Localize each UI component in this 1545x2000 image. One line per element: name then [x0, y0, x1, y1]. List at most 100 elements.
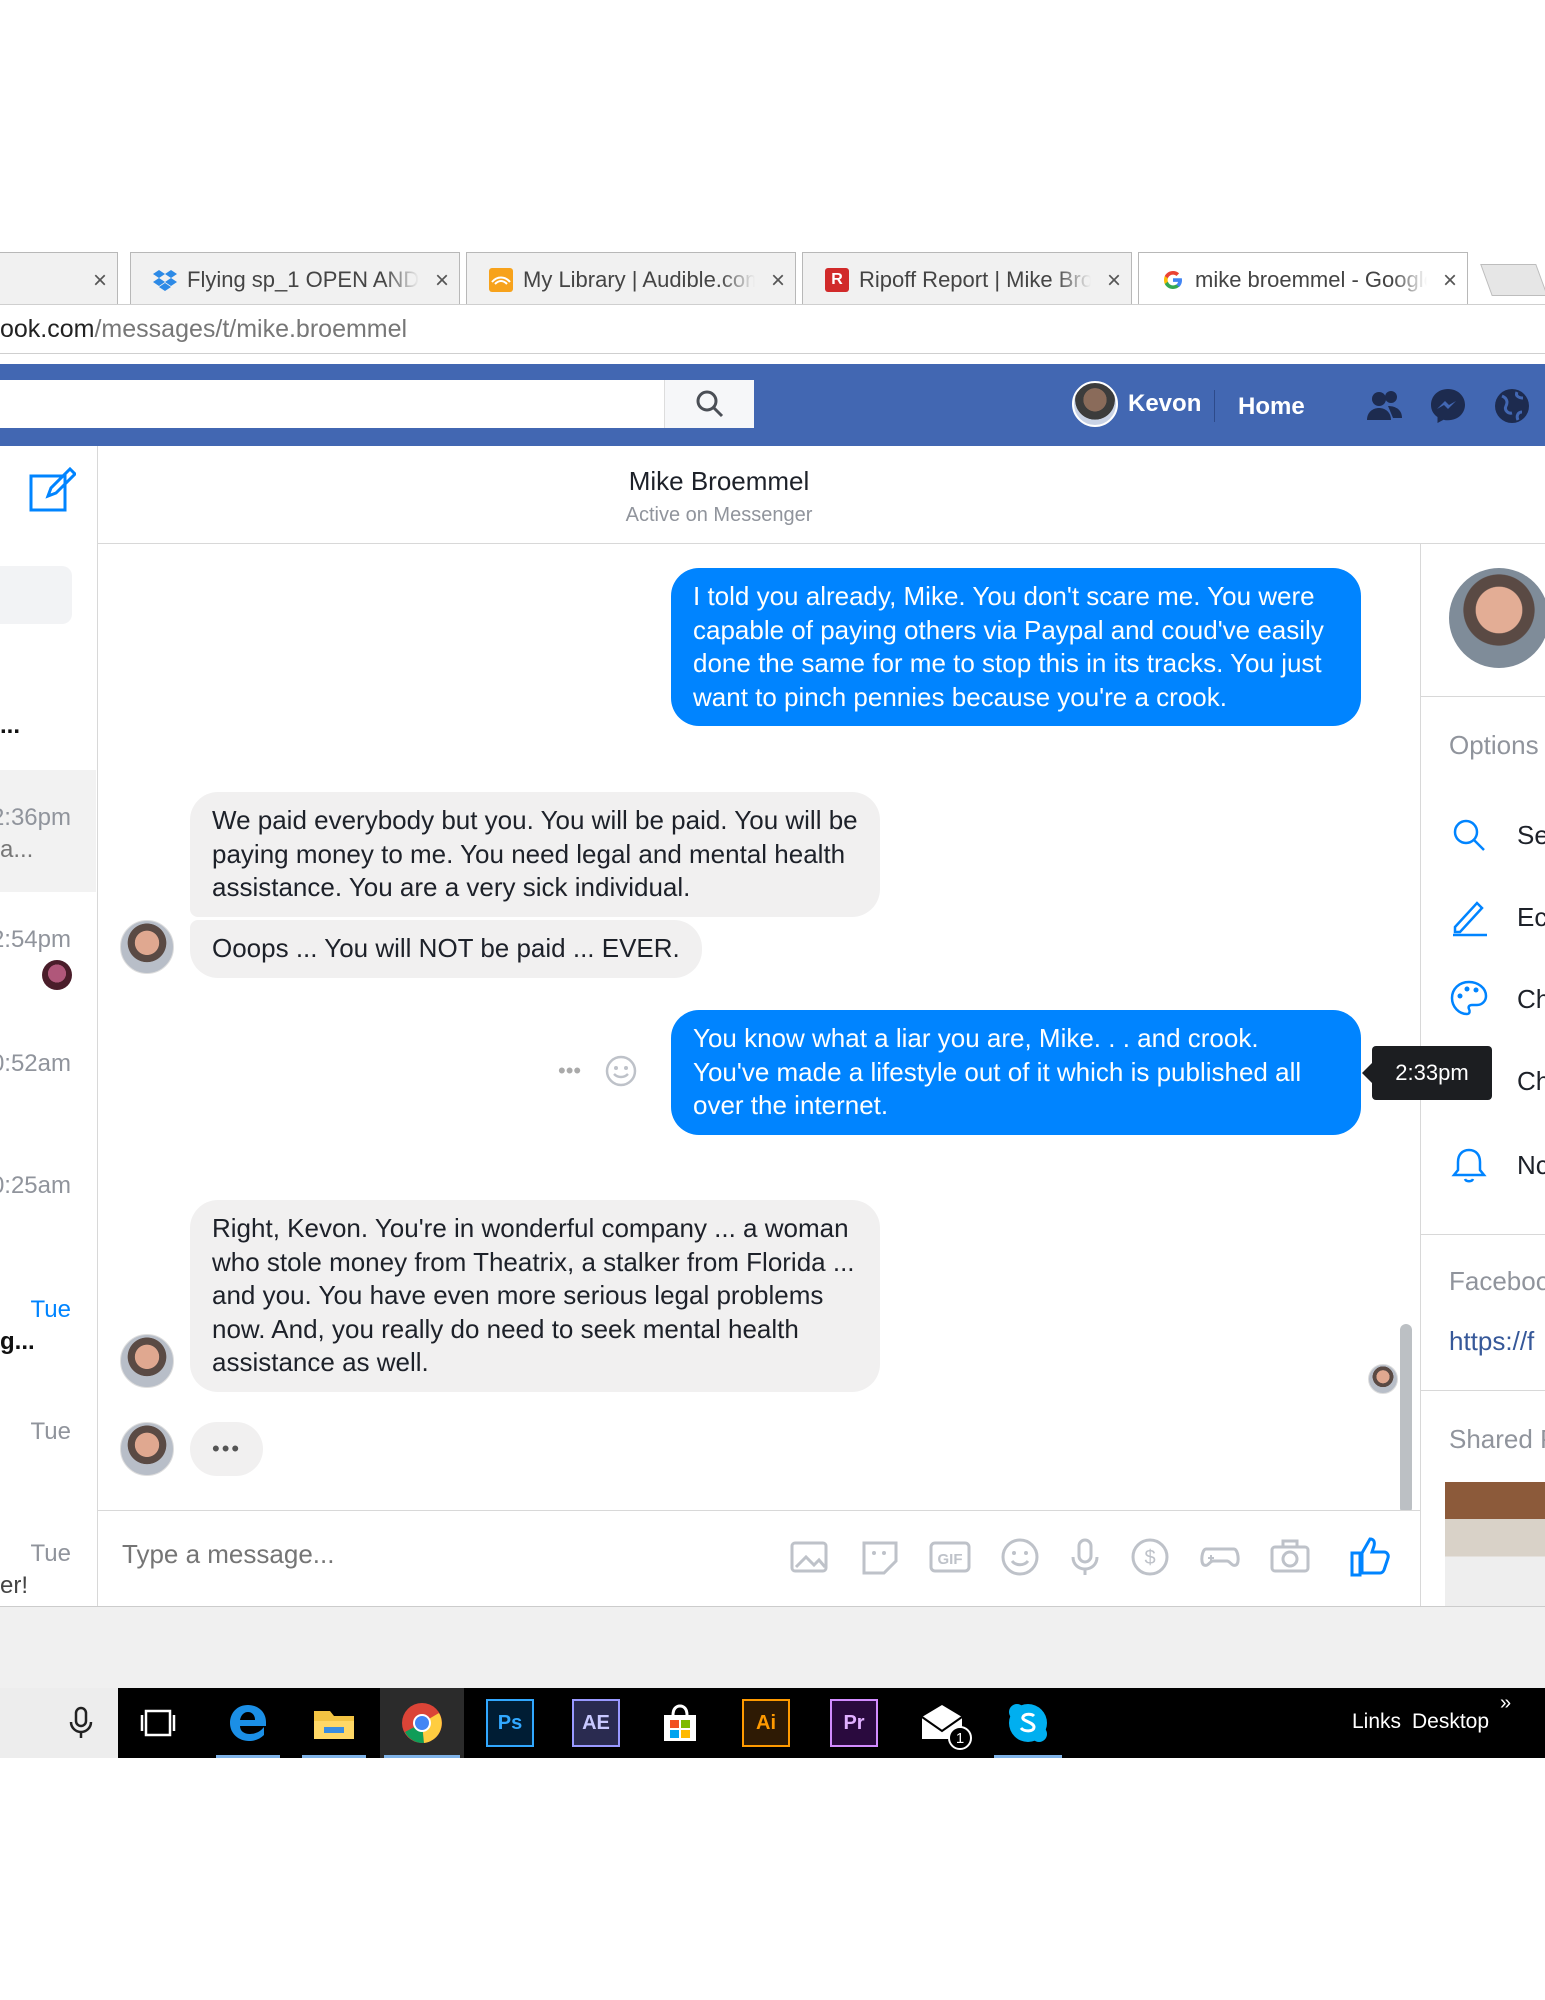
home-link[interactable]: Home	[1238, 393, 1305, 421]
premiere-icon[interactable]: Pr	[830, 1699, 878, 1747]
camera-icon[interactable]	[1268, 1535, 1312, 1579]
message-bubble-outgoing[interactable]: You know what a liar you are, Mike. . . …	[671, 1010, 1361, 1135]
friend-requests-icon[interactable]	[1364, 386, 1404, 426]
game-icon[interactable]	[1198, 1535, 1242, 1579]
message-bubble-incoming[interactable]: We paid everybody but you. You will be p…	[190, 792, 880, 917]
new-tab-button[interactable]	[1480, 264, 1545, 296]
list-item-snippet: g...	[0, 1328, 35, 1355]
shared-photo-thumbnail[interactable]	[1445, 1482, 1545, 1606]
sticker-icon[interactable]	[858, 1535, 902, 1579]
search-button[interactable]	[664, 380, 754, 428]
close-icon[interactable]: ×	[435, 267, 449, 295]
illustrator-icon[interactable]: Ai	[742, 1699, 790, 1747]
cortana-area[interactable]	[0, 1688, 118, 1758]
tab-title: Flying sp_1 OPEN AND C	[187, 267, 419, 292]
facebook-profile-heading: Faceboo	[1449, 1266, 1545, 1296]
globe-icon[interactable]	[1492, 386, 1532, 426]
browser-tab-4[interactable]: mike broemmel - Google ×	[1138, 252, 1468, 304]
close-icon[interactable]: ×	[1107, 267, 1121, 295]
store-icon[interactable]	[656, 1699, 704, 1747]
message-bubble-incoming[interactable]: Right, Kevon. You're in wonderful compan…	[190, 1200, 880, 1392]
seen-avatar	[1368, 1364, 1398, 1394]
typing-indicator: •••	[190, 1422, 264, 1476]
gif-icon[interactable]: GIF	[928, 1535, 972, 1579]
skype-icon[interactable]	[1004, 1699, 1052, 1747]
more-actions-icon[interactable]: •••	[558, 1058, 581, 1084]
browser-tab-2[interactable]: My Library | Audible.com ×	[466, 252, 796, 304]
browser-tab-0[interactable]: ×	[0, 252, 118, 304]
option-label: Ch	[1517, 1065, 1545, 1096]
mail-badge: 1	[948, 1726, 972, 1750]
list-item-time: 2:54pm	[0, 926, 71, 953]
browser-tab-strip: × Flying sp_1 OPEN AND C × My Library | …	[0, 244, 1545, 304]
chevron-right-icon[interactable]: »	[1500, 1692, 1511, 1715]
list-item-time: Tue	[30, 1418, 71, 1445]
bell-icon	[1451, 1148, 1487, 1183]
list-item-snippet[interactable]: ...	[0, 712, 20, 740]
page-footer-band	[0, 1606, 1545, 1688]
profile-link[interactable]: https://f	[1449, 1326, 1534, 1357]
microphone-icon[interactable]	[66, 1706, 96, 1740]
microphone-icon[interactable]	[1063, 1535, 1107, 1579]
payment-icon[interactable]: $	[1128, 1535, 1172, 1579]
option-label: Nc	[1517, 1149, 1545, 1180]
option-label: Se	[1517, 819, 1545, 850]
message-bubble-incoming[interactable]: Ooops ... You will NOT be paid ... EVER.	[190, 920, 702, 978]
close-icon[interactable]: ×	[1443, 267, 1457, 295]
options-heading: Options	[1449, 730, 1539, 760]
emoji-icon[interactable]	[998, 1535, 1042, 1579]
option-notifications[interactable]: Nc	[1449, 1140, 1545, 1190]
option-edit[interactable]: Ec	[1449, 892, 1545, 942]
contact-avatar[interactable]	[1449, 568, 1545, 668]
browser-tab-1[interactable]: Flying sp_1 OPEN AND C ×	[130, 252, 460, 304]
thumbs-up-icon[interactable]	[1348, 1535, 1392, 1579]
scrollbar[interactable]	[1400, 1324, 1412, 1514]
chrome-icon[interactable]	[398, 1699, 446, 1747]
emoji-react-icon[interactable]	[604, 1054, 638, 1088]
address-bar[interactable]: ook.com/messages/t/mike.broemmel	[0, 304, 1545, 354]
palette-icon	[1450, 980, 1488, 1016]
list-item-time: 0:52am	[0, 1050, 71, 1077]
pencil-icon	[1453, 901, 1487, 937]
browser-tab-3[interactable]: R Ripoff Report | Mike Broe ×	[802, 252, 1132, 304]
profile-link[interactable]: Kevon	[1072, 381, 1201, 427]
close-icon[interactable]: ×	[771, 267, 785, 295]
desktop-toolbar[interactable]: Desktop	[1412, 1710, 1489, 1734]
file-explorer-icon[interactable]	[310, 1699, 358, 1747]
message-bubble-outgoing[interactable]: I told you already, Mike. You don't scar…	[671, 568, 1361, 726]
edge-icon[interactable]	[224, 1699, 272, 1747]
messenger-icon[interactable]	[1428, 386, 1468, 426]
links-toolbar[interactable]: Links	[1352, 1710, 1401, 1734]
divider	[1421, 696, 1545, 697]
message-composer: GIF $	[98, 1510, 1420, 1606]
profile-name: Kevon	[1128, 390, 1202, 417]
google-icon	[1161, 268, 1185, 292]
screen: × Flying sp_1 OPEN AND C × My Library | …	[0, 0, 1545, 2000]
conversation-title[interactable]: Mike Broemmel	[0, 466, 1545, 497]
timestamp-tooltip: 2:33pm	[1362, 1046, 1492, 1100]
conversation-search-input[interactable]	[0, 566, 72, 624]
facebook-top-bar: Kevon Home	[0, 364, 1545, 446]
url-domain: ook.com	[0, 315, 95, 343]
search-icon	[696, 390, 723, 418]
after-effects-icon[interactable]: AE	[572, 1699, 620, 1747]
active-status: Active on Messenger	[625, 504, 813, 526]
task-view-icon[interactable]	[136, 1699, 184, 1747]
avatar	[120, 1422, 174, 1476]
svg-text:$: $	[1144, 1547, 1155, 1569]
shared-photos-heading: Shared P	[1449, 1424, 1545, 1454]
close-icon[interactable]: ×	[93, 267, 107, 295]
list-item-time: 0:25am	[0, 1172, 71, 1199]
facebook-search-input[interactable]	[0, 380, 754, 428]
photo-icon[interactable]	[788, 1535, 832, 1579]
avatar	[120, 920, 174, 974]
avatar	[42, 960, 72, 990]
divider	[1214, 390, 1215, 422]
conversation-header: Mike Broemmel Active on Messenger	[98, 446, 1545, 544]
option-search[interactable]: Se	[1449, 810, 1545, 860]
option-color[interactable]: Ch	[1449, 974, 1545, 1024]
url-text[interactable]: ook.com/messages/t/mike.broemmel	[0, 315, 407, 344]
active-indicator	[302, 1755, 366, 1758]
message-input[interactable]	[122, 1539, 722, 1570]
photoshop-icon[interactable]: Ps	[486, 1699, 534, 1747]
